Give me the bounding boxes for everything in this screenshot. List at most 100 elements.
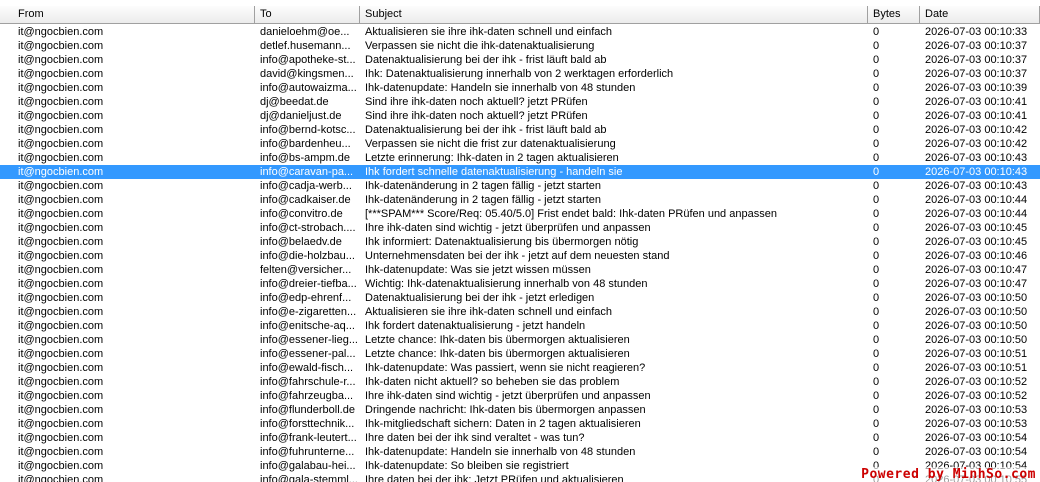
cell-bytes: 0: [873, 82, 880, 94]
table-row[interactable]: it@ngocbien.com info@bernd-kotsc... Datena…: [0, 123, 1040, 137]
table-row[interactable]: it@ngocbien.com dj@beedat.de Sind ihre ihk…: [0, 95, 1040, 109]
table-row[interactable]: it@ngocbien.com detlef.husemann... Verpass…: [0, 39, 1040, 53]
table-row[interactable]: it@ngocbien.com info@bs-ampm.de Letzte eri…: [0, 151, 1040, 165]
cell-date: 2026-07-03 00:10:50: [925, 334, 1028, 346]
cell-from: it@ngocbien.com: [18, 348, 104, 360]
cell-bytes: 0: [873, 54, 880, 66]
table-row[interactable]: it@ngocbien.com info@belaedv.de Ihk inform…: [0, 235, 1040, 249]
cell-subject: Ihre daten bei der ihk sind veraltet - w…: [365, 432, 585, 444]
table-row[interactable]: it@ngocbien.com info@die-holzbau... Untern…: [0, 249, 1040, 263]
table-row[interactable]: it@ngocbien.com felten@versicher... Ihk-da…: [0, 263, 1040, 277]
cell-date: 2026-07-03 00:10:53: [925, 404, 1028, 416]
cell-to: info@frank-leutert...: [260, 432, 357, 444]
cell-bytes: 0: [873, 418, 880, 430]
cell-date: 2026-07-03 00:10:54: [925, 446, 1028, 458]
cell-bytes: 0: [873, 180, 880, 192]
cell-bytes: 0: [873, 278, 880, 290]
cell-from: it@ngocbien.com: [18, 124, 104, 136]
table-row[interactable]: it@ngocbien.com info@frank-leutert... Ihre…: [0, 431, 1040, 445]
table-row[interactable]: it@ngocbien.com info@forsttechnik... Ihk-m…: [0, 417, 1040, 431]
table-row[interactable]: it@ngocbien.com dj@danieljust.de Sind ihre…: [0, 109, 1040, 123]
cell-from: it@ngocbien.com: [18, 250, 104, 262]
cell-subject: Unternehmensdaten bei der ihk - jetzt au…: [365, 250, 670, 262]
cell-subject: Ihre ihk-daten sind wichtig - jetzt über…: [365, 390, 651, 402]
cell-subject: Ihk informiert: Datenaktualisierung bis …: [365, 236, 639, 248]
cell-date: 2026-07-03 00:10:41: [925, 110, 1028, 122]
cell-bytes: 0: [873, 292, 880, 304]
cell-bytes: 0: [873, 432, 880, 444]
cell-subject: Dringende nachricht: Ihk-daten bis überm…: [365, 404, 646, 416]
cell-date: 2026-07-03 00:10:33: [925, 26, 1028, 38]
cell-subject: Wichtig: Ihk-datenaktualisierung innerha…: [365, 278, 648, 290]
table-row[interactable]: it@ngocbien.com info@fahrschule-r... Ihk-d…: [0, 375, 1040, 389]
cell-subject: Verpassen sie nicht die frist zur datena…: [365, 138, 616, 150]
cell-bytes: 0: [873, 152, 880, 164]
table-row[interactable]: it@ngocbien.com danieloehm@oe... Aktualisi…: [0, 25, 1040, 39]
cell-from: it@ngocbien.com: [18, 264, 104, 276]
cell-to: danieloehm@oe...: [260, 26, 350, 38]
cell-to: info@gala-stemml...: [260, 474, 358, 482]
cell-from: it@ngocbien.com: [18, 222, 104, 234]
cell-bytes: 0: [873, 404, 880, 416]
table-row[interactable]: it@ngocbien.com info@caravan-pa... Ihk for…: [0, 165, 1040, 179]
message-list[interactable]: From To Subject Bytes Date it@ngocbien.c…: [0, 0, 1040, 482]
column-header-bytes[interactable]: Bytes: [868, 6, 920, 23]
cell-to: info@apotheke-st...: [260, 54, 356, 66]
cell-bytes: 0: [873, 208, 880, 220]
cell-subject: Datenaktualisierung bei der ihk - frist …: [365, 124, 607, 136]
cell-from: it@ngocbien.com: [18, 110, 104, 122]
table-row[interactable]: it@ngocbien.com info@ct-strobach.... Ihre …: [0, 221, 1040, 235]
column-header-from[interactable]: From: [0, 6, 255, 23]
column-header-subject[interactable]: Subject: [360, 6, 868, 23]
cell-date: 2026-07-03 00:10:50: [925, 306, 1028, 318]
cell-to: info@dreier-tiefba...: [260, 278, 357, 290]
table-row[interactable]: it@ngocbien.com info@cadja-werb... Ihk-dat…: [0, 179, 1040, 193]
table-row[interactable]: it@ngocbien.com info@dreier-tiefba... Wich…: [0, 277, 1040, 291]
cell-date: 2026-07-03 00:10:41: [925, 96, 1028, 108]
cell-subject: Letzte chance: Ihk-daten bis übermorgen …: [365, 334, 630, 346]
cell-to: info@galabau-hei...: [260, 460, 356, 472]
column-header-date[interactable]: Date: [920, 6, 1040, 23]
cell-from: it@ngocbien.com: [18, 180, 104, 192]
table-row[interactable]: it@ngocbien.com info@edp-ehrenf... Datenak…: [0, 291, 1040, 305]
table-row[interactable]: it@ngocbien.com david@kingsmen... Ihk: Dat…: [0, 67, 1040, 81]
cell-subject: Sind ihre ihk-daten noch aktuell? jetzt …: [365, 96, 588, 108]
table-row[interactable]: it@ngocbien.com info@enitsche-aq... Ihk fo…: [0, 319, 1040, 333]
table-row[interactable]: it@ngocbien.com info@cadkaiser.de Ihk-date…: [0, 193, 1040, 207]
cell-from: it@ngocbien.com: [18, 432, 104, 444]
table-row[interactable]: it@ngocbien.com info@essener-pal... Letzte…: [0, 347, 1040, 361]
cell-from: it@ngocbien.com: [18, 166, 104, 178]
cell-to: info@forsttechnik...: [260, 418, 355, 430]
column-header-to[interactable]: To: [255, 6, 360, 23]
cell-bytes: 0: [873, 362, 880, 374]
table-row[interactable]: it@ngocbien.com info@bardenheu... Verpasse…: [0, 137, 1040, 151]
cell-to: info@fuhrunterne...: [260, 446, 355, 458]
cell-from: it@ngocbien.com: [18, 362, 104, 374]
cell-from: it@ngocbien.com: [18, 460, 104, 472]
cell-date: 2026-07-03 00:10:47: [925, 264, 1028, 276]
table-row[interactable]: it@ngocbien.com info@convitro.de [***SPAM*…: [0, 207, 1040, 221]
cell-to: david@kingsmen...: [260, 68, 354, 80]
table-row[interactable]: it@ngocbien.com info@flunderboll.de Dringe…: [0, 403, 1040, 417]
cell-from: it@ngocbien.com: [18, 278, 104, 290]
table-row[interactable]: it@ngocbien.com info@apotheke-st... Datena…: [0, 53, 1040, 67]
cell-date: 2026-07-03 00:10:45: [925, 236, 1028, 248]
cell-subject: Ihk-datenänderung in 2 tagen fällig - je…: [365, 180, 602, 192]
cell-date: 2026-07-03 00:10:53: [925, 418, 1028, 430]
table-row[interactable]: it@ngocbien.com info@autowaizma... Ihk-dat…: [0, 81, 1040, 95]
cell-from: it@ngocbien.com: [18, 306, 104, 318]
cell-date: 2026-07-03 00:10:43: [925, 152, 1028, 164]
cell-date: 2026-07-03 00:10:44: [925, 194, 1028, 206]
cell-date: 2026-07-03 00:10:37: [925, 40, 1028, 52]
cell-from: it@ngocbien.com: [18, 208, 104, 220]
cell-to: info@e-zigaretten...: [260, 306, 357, 318]
table-row[interactable]: it@ngocbien.com info@e-zigaretten... Aktua…: [0, 305, 1040, 319]
table-row[interactable]: it@ngocbien.com info@fahrzeugba... Ihre ih…: [0, 389, 1040, 403]
cell-to: dj@danieljust.de: [260, 110, 342, 122]
cell-from: it@ngocbien.com: [18, 334, 104, 346]
cell-bytes: 0: [873, 166, 880, 178]
cell-bytes: 0: [873, 124, 880, 136]
table-row[interactable]: it@ngocbien.com info@essener-lieg... Letzt…: [0, 333, 1040, 347]
table-row[interactable]: it@ngocbien.com info@fuhrunterne... Ihk-da…: [0, 445, 1040, 459]
table-row[interactable]: it@ngocbien.com info@ewald-fisch... Ihk-da…: [0, 361, 1040, 375]
